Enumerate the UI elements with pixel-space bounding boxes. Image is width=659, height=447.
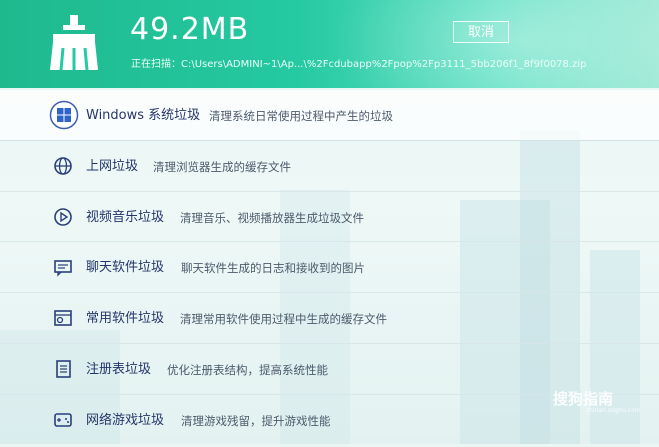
- scan-size: 49.2MB: [130, 12, 250, 47]
- item-desc: 清理游戏残留，提升游戏性能: [181, 413, 331, 428]
- scan-path: 正在扫描：C:\Users\ADMINI~1\Ap...\%2Fcdubapp%…: [131, 59, 587, 70]
- item-title: Windows 系统垃圾: [86, 108, 201, 123]
- item-title: 常用软件垃圾: [86, 311, 165, 327]
- item-title: 视频音乐垃圾: [86, 209, 165, 225]
- item-desc: 清理浏览器生成的缓存文件: [153, 159, 291, 174]
- item-desc: 聊天软件生成的日志和接收到的图片: [181, 261, 365, 276]
- registry-icon: [48, 354, 78, 384]
- item-desc: 清理常用软件使用过程中生成的缓存文件: [180, 312, 387, 327]
- item-desc: 清理音乐、视频播放器生成垃圾文件: [180, 210, 364, 225]
- globe-icon: [48, 151, 78, 181]
- list-item-software[interactable]: 常用软件垃圾 清理常用软件使用过程中生成的缓存文件: [0, 293, 659, 344]
- item-desc: 清理系统日常使用过程中产生的垃圾: [209, 109, 393, 123]
- cancel-button[interactable]: 取消: [453, 21, 509, 43]
- item-desc: 优化注册表结构，提高系统性能: [167, 362, 328, 377]
- software-icon: [48, 303, 78, 333]
- broom-icon: [50, 15, 98, 71]
- item-title: 上网垃圾: [86, 158, 139, 174]
- play-icon: [48, 202, 78, 232]
- windows-icon: [49, 100, 79, 130]
- watermark-url: zhinan.sogou.com: [586, 407, 641, 414]
- list-item-media[interactable]: 视频音乐垃圾 清理音乐、视频播放器生成垃圾文件: [0, 192, 659, 243]
- header-glow: [330, 0, 659, 88]
- item-title: 聊天软件垃圾: [86, 260, 165, 276]
- item-title: 网络游戏垃圾: [86, 412, 165, 428]
- chat-icon: [48, 252, 78, 282]
- list-item-windows[interactable]: Windows 系统垃圾 清理系统日常使用过程中产生的垃圾: [0, 90, 659, 141]
- list-item-web[interactable]: 上网垃圾 清理浏览器生成的缓存文件: [0, 141, 659, 192]
- watermark: 搜狗指南: [553, 390, 614, 408]
- scan-header: 49.2MB 正在扫描：C:\Users\ADMINI~1\Ap...\%2Fc…: [0, 0, 659, 88]
- list-item-chat[interactable]: 聊天软件垃圾 聊天软件生成的日志和接收到的图片: [0, 242, 659, 294]
- gamepad-icon: [48, 405, 78, 435]
- item-title: 注册表垃圾: [86, 361, 152, 377]
